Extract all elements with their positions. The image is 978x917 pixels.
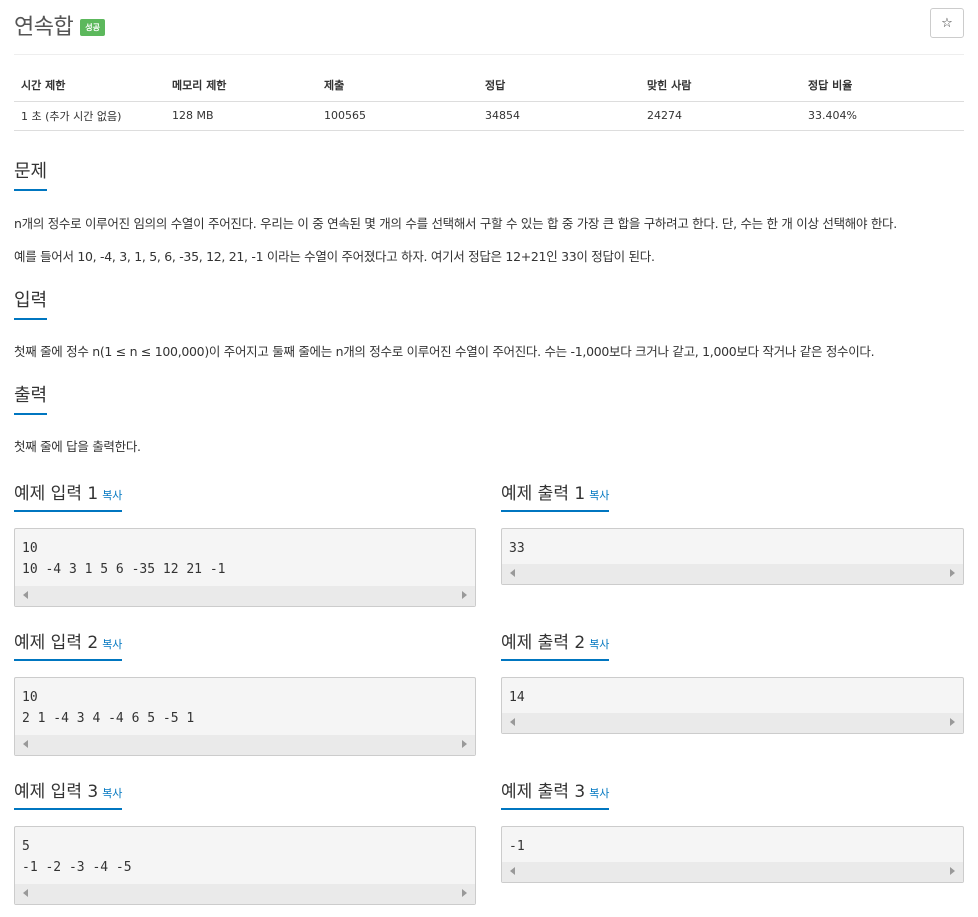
code-line: 33 [509,541,525,556]
code-line: 14 [509,690,525,705]
horizontal-scrollbar[interactable] [502,862,963,882]
scroll-right-icon[interactable] [462,591,467,599]
sample-output-1-box[interactable]: 33 [501,528,964,585]
time-limit-value: 1 초 (추가 시간 없음) [14,101,165,131]
sample-input-2-heading: 예제 입력 2 복사 [14,628,476,661]
sample-input-1-title: 예제 입력 1 [14,484,99,504]
sample-input-1-heading: 예제 입력 1 복사 [14,479,476,512]
copy-button[interactable]: 복사 [102,489,122,502]
table-row: 1 초 (추가 시간 없음) 128 MB 100565 34854 24274… [14,101,964,131]
scroll-left-icon[interactable] [510,867,515,875]
header-accepted: 정답 [478,70,640,102]
scroll-left-icon[interactable] [23,591,28,599]
output-heading: 출력 [14,381,48,415]
sample-output-2-title: 예제 출력 2 [501,633,586,653]
code-line: -1 [509,839,525,854]
header-submissions: 제출 [317,70,478,102]
problem-example-text: 예를 들어서 10, -4, 3, 1, 5, 6, -35, 12, 21, … [14,249,655,264]
sample-output-1-title: 예제 출력 1 [501,484,586,504]
copy-button[interactable]: 복사 [102,638,122,651]
code-line: 2 1 -4 3 4 -4 6 5 -5 1 [22,711,195,726]
header-accept-ratio: 정답 비율 [801,70,964,102]
scroll-right-icon[interactable] [462,740,467,748]
scroll-right-icon[interactable] [950,867,955,875]
sample-output-3-heading: 예제 출력 3 복사 [501,777,964,810]
scroll-left-icon[interactable] [23,889,28,897]
header-memory-limit: 메모리 제한 [165,70,317,102]
output-section-heading: 출력 [14,381,964,415]
horizontal-scrollbar[interactable] [15,884,475,904]
sample-input-3-box[interactable]: 5 -1 -2 -3 -4 -5 [14,826,476,905]
input-heading: 입력 [14,286,48,320]
sample-input-2-title: 예제 입력 2 [14,633,99,653]
accepted-value: 34854 [478,101,640,131]
sample-input-3-title: 예제 입력 3 [14,782,99,802]
sample-output-3-box[interactable]: -1 [501,826,964,883]
accept-ratio-value: 33.404% [801,101,964,131]
scroll-left-icon[interactable] [510,569,515,577]
divider [14,414,964,415]
header-solved-users: 맞힌 사람 [640,70,801,102]
problem-title: 연속합 [14,15,74,40]
sample-output-3-title: 예제 출력 3 [501,782,586,802]
scroll-left-icon[interactable] [23,740,28,748]
input-description: 첫째 줄에 정수 n(1 ≤ n ≤ 100,000)이 주어지고 둘째 줄에는… [14,344,875,359]
solved-users-value: 24274 [640,101,801,131]
divider [14,54,964,55]
output-description: 첫째 줄에 답을 출력한다. [14,439,141,454]
code-line: 10 [22,690,38,705]
sample-input-2-box[interactable]: 10 2 1 -4 3 4 -4 6 5 -5 1 [14,677,476,756]
table-header-row: 시간 제한 메모리 제한 제출 정답 맞힌 사람 정답 비율 [14,70,964,102]
sample-input-1-box[interactable]: 10 10 -4 3 1 5 6 -35 12 21 -1 [14,528,476,607]
copy-button[interactable]: 복사 [589,489,609,502]
copy-button[interactable]: 복사 [589,638,609,651]
status-badge: 성공 [80,18,105,36]
scroll-left-icon[interactable] [510,718,515,726]
problem-section-heading: 문제 [14,157,964,191]
sample-output-1-heading: 예제 출력 1 복사 [501,479,964,512]
code-line: 10 [22,541,38,556]
submissions-value: 100565 [317,101,478,131]
problem-heading: 문제 [14,157,48,191]
sample-output-2-heading: 예제 출력 2 복사 [501,628,964,661]
horizontal-scrollbar[interactable] [15,735,475,755]
scroll-right-icon[interactable] [950,718,955,726]
code-line: 5 [22,839,30,854]
code-line: 10 -4 3 1 5 6 -35 12 21 -1 [22,562,226,577]
star-button[interactable]: ☆ [930,8,964,38]
horizontal-scrollbar[interactable] [15,586,475,606]
input-section-heading: 입력 [14,286,964,320]
copy-button[interactable]: 복사 [102,787,122,800]
header-time-limit: 시간 제한 [14,70,165,102]
scroll-right-icon[interactable] [462,889,467,897]
problem-description: n개의 정수로 이루어진 임의의 수열이 주어진다. 우리는 이 중 연속된 몇… [14,216,897,231]
horizontal-scrollbar[interactable] [502,564,963,584]
horizontal-scrollbar[interactable] [502,713,963,733]
divider [14,319,964,320]
scroll-right-icon[interactable] [950,569,955,577]
problem-header: 연속합 성공 [14,10,105,40]
copy-button[interactable]: 복사 [589,787,609,800]
star-icon: ☆ [941,15,953,31]
memory-limit-value: 128 MB [165,101,317,131]
sample-input-3-heading: 예제 입력 3 복사 [14,777,476,810]
divider [14,190,964,191]
info-table: 시간 제한 메모리 제한 제출 정답 맞힌 사람 정답 비율 1 초 (추가 시… [14,70,964,131]
code-line: -1 -2 -3 -4 -5 [22,860,132,875]
sample-output-2-box[interactable]: 14 [501,677,964,734]
